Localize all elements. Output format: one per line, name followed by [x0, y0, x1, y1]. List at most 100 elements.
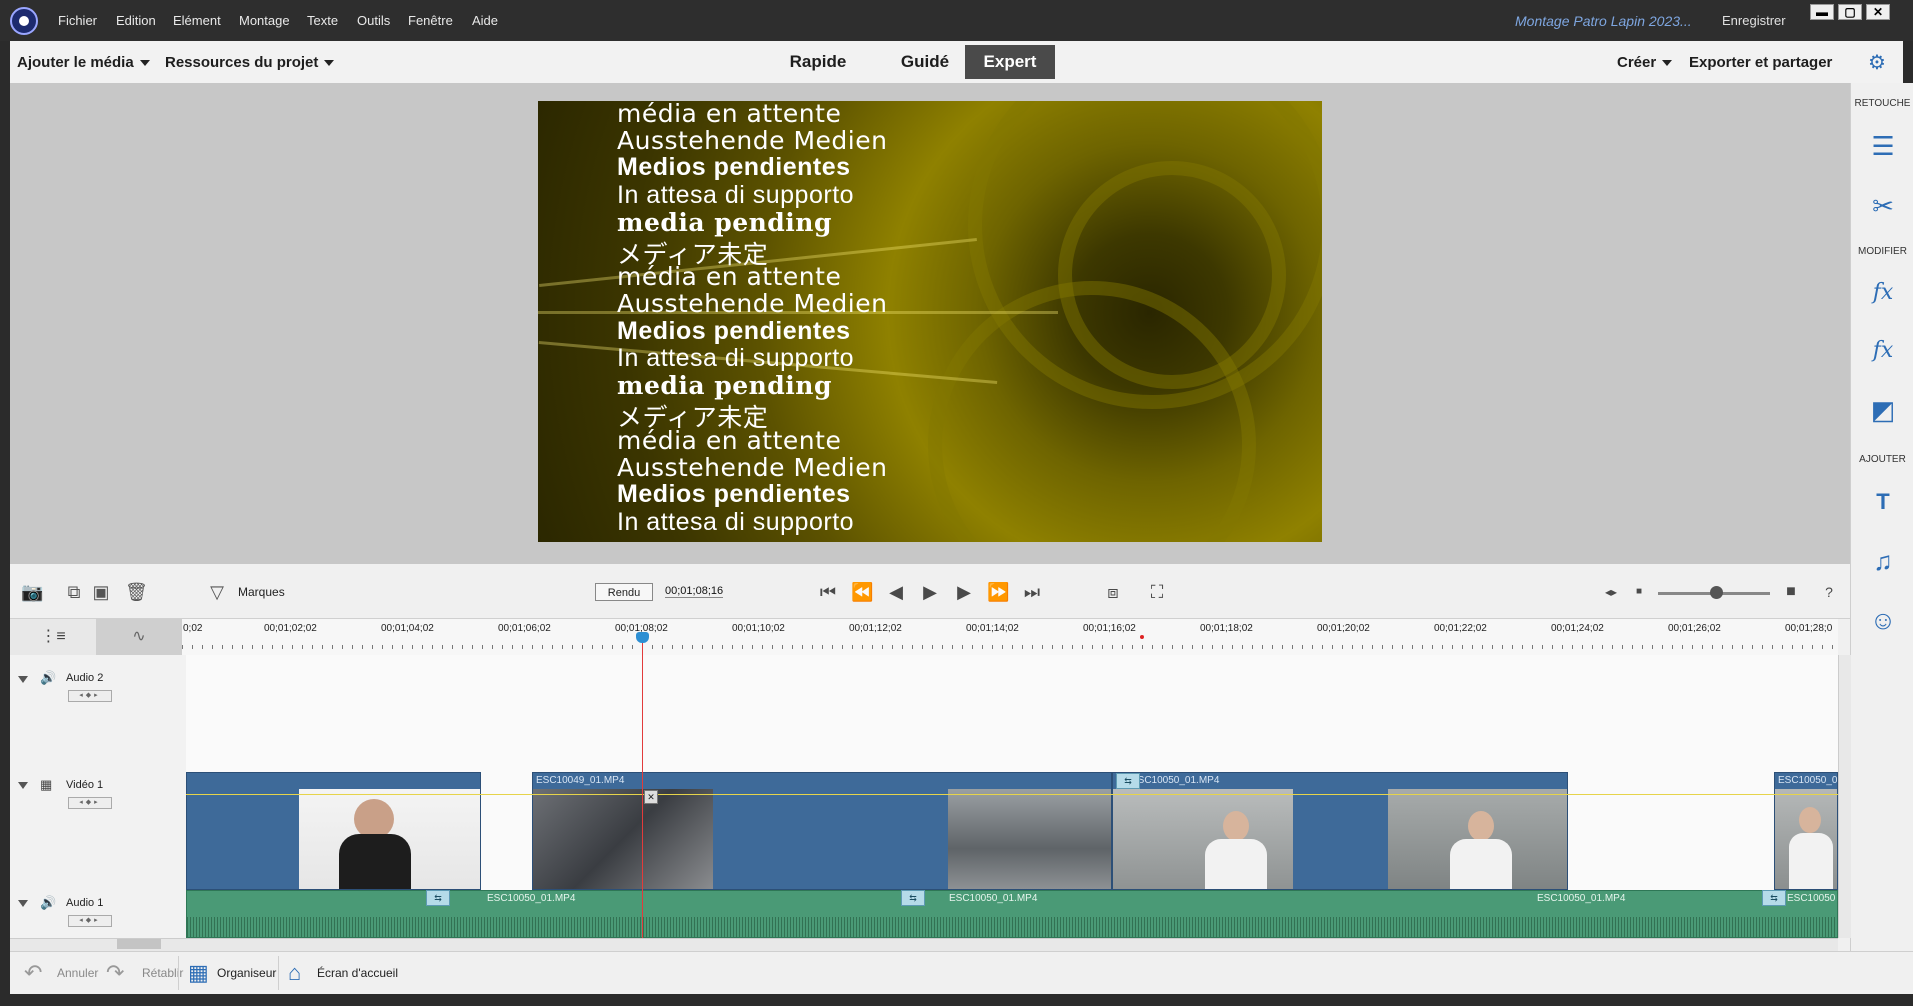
transition-marker[interactable]: ⇆ — [1116, 773, 1140, 789]
menu-fichier[interactable]: Fichier — [58, 13, 97, 28]
go-to-start-icon[interactable]: ⏮ — [817, 581, 839, 603]
create-button[interactable]: Créer — [1617, 54, 1673, 71]
zoom-slider-handle[interactable] — [1710, 586, 1723, 599]
zoom-small-icon[interactable]: ■ — [1628, 581, 1650, 603]
rewind-icon[interactable]: ⏪ — [851, 581, 873, 603]
track-body-audio-1[interactable]: ESC10050_01.MP4 ESC10050_01.MP4 ESC10050… — [186, 890, 1838, 939]
titles-icon[interactable]: T — [1868, 487, 1898, 517]
clip-thumbnail — [1775, 789, 1837, 889]
film-icon[interactable]: ▦ — [40, 777, 52, 793]
track-options-icon[interactable]: ⋮≡ — [10, 619, 96, 655]
export-share-button[interactable]: Exporter et partager — [1689, 54, 1832, 71]
menu-outils[interactable]: Outils — [357, 13, 390, 28]
undo-button[interactable]: Annuler — [57, 966, 98, 980]
menu-element[interactable]: Elément — [173, 13, 221, 28]
effects-edit-icon[interactable]: fx — [1868, 278, 1898, 308]
undo-icon[interactable]: ↶ — [24, 960, 42, 986]
project-assets-label: Ressources du projet — [165, 54, 319, 71]
menu-edition[interactable]: Edition — [116, 13, 156, 28]
transition-marker[interactable]: ⇆ — [426, 890, 450, 906]
marker-icon[interactable]: ▽ — [206, 582, 228, 602]
organizer-button[interactable]: Organiseur — [217, 966, 276, 980]
track-body-audio-2[interactable] — [186, 655, 1838, 773]
adjust-sliders-icon[interactable]: ☰ — [1868, 131, 1898, 161]
app-logo-icon[interactable] — [10, 7, 38, 35]
playhead-handle[interactable] — [636, 632, 649, 643]
save-button[interactable]: Enregistrer — [1722, 13, 1786, 28]
menu-texte[interactable]: Texte — [307, 13, 338, 28]
gear-icon[interactable]: ⚙ — [1868, 50, 1886, 75]
preview-monitor[interactable]: média en attente Ausstehende Medien Medi… — [538, 101, 1322, 542]
collapse-triangle-icon[interactable] — [18, 676, 28, 683]
menu-montage[interactable]: Montage — [239, 13, 290, 28]
divider — [178, 956, 179, 990]
zoom-out-icon[interactable]: ◂▸ — [1600, 581, 1622, 603]
fx-badge-icon[interactable]: ✕ — [644, 790, 658, 804]
keyframe-controls[interactable]: ◂◆▸ — [68, 797, 112, 809]
fast-forward-icon[interactable]: ⏩ — [987, 581, 1009, 603]
menu-aide[interactable]: Aide — [472, 13, 498, 28]
track-header-audio-2[interactable]: 🔊 Audio 2 ◂◆▸ — [10, 655, 187, 773]
timecode-field[interactable]: 00;01;08;16 — [665, 585, 724, 598]
organizer-grid-icon[interactable]: ▦ — [188, 960, 209, 986]
audio-waveform-icon[interactable]: ∿ — [96, 619, 182, 655]
video-clip[interactable]: ESC10050_0 — [1774, 772, 1838, 890]
ruler-label: 00;01;02;02 — [264, 623, 317, 634]
home-icon[interactable]: ⌂ — [288, 960, 301, 986]
trash-icon[interactable]: 🗑 — [125, 582, 148, 602]
home-screen-button[interactable]: Écran d'accueil — [317, 966, 398, 980]
collapse-triangle-icon[interactable] — [18, 900, 28, 907]
keyframe-controls[interactable]: ◂◆▸ — [68, 690, 112, 702]
tab-guide[interactable]: Guidé — [887, 45, 963, 79]
effects-icon[interactable]: fx — [1868, 336, 1898, 366]
speaker-icon[interactable]: 🔊 — [40, 895, 56, 911]
step-back-icon[interactable]: ◀ — [885, 581, 907, 603]
soundtrack-icon[interactable]: ▣ — [90, 582, 112, 602]
collapse-triangle-icon[interactable] — [18, 782, 28, 789]
maximize-button[interactable]: ▢ — [1838, 4, 1862, 20]
tools-icon[interactable]: ✂ — [1868, 191, 1898, 221]
speaker-icon[interactable]: 🔊 — [40, 670, 56, 686]
horizontal-scrollbar[interactable] — [10, 938, 1838, 951]
horizontal-scrollbar-thumb[interactable] — [117, 939, 161, 949]
minimize-button[interactable]: ▬ — [1810, 4, 1834, 20]
go-to-end-icon[interactable]: ⏭ — [1021, 581, 1043, 603]
redo-icon[interactable]: ↷ — [106, 960, 124, 986]
fullscreen-icon[interactable]: ⛶ — [1146, 581, 1168, 603]
tab-expert[interactable]: Expert — [965, 45, 1055, 79]
transition-marker[interactable]: ⇆ — [901, 890, 925, 906]
step-forward-icon[interactable]: ▶ — [953, 581, 975, 603]
transition-marker[interactable]: ⇆ — [1762, 890, 1786, 906]
clip-thumbnail — [1113, 789, 1293, 889]
keyframe-controls[interactable]: ◂◆▸ — [68, 915, 112, 927]
thumbnail-person-body — [1789, 833, 1833, 889]
music-icon[interactable]: ♫ — [1868, 546, 1898, 576]
transitions-icon[interactable]: ◩ — [1868, 395, 1898, 425]
track-header-audio-1[interactable]: 🔊 Audio 1 ◂◆▸ — [10, 890, 187, 939]
smart-trim-icon[interactable]: ⧉ — [63, 582, 85, 602]
tab-rapide[interactable]: Rapide — [781, 45, 855, 79]
render-monitor-icon[interactable]: ⧈ — [1102, 581, 1124, 603]
render-button[interactable]: Rendu — [595, 583, 653, 601]
track-name: Vidéo 1 — [66, 779, 104, 791]
track-body-video-1[interactable]: ESC10049_01.MP4 ESC10050_01.MP4 ESC10050… — [186, 772, 1838, 891]
close-button[interactable]: ✕ — [1866, 4, 1890, 20]
play-icon[interactable]: ▶ — [919, 581, 941, 603]
preview-text-line: media pending — [617, 208, 832, 237]
zoom-large-icon[interactable]: ■ — [1780, 581, 1802, 603]
add-media-button[interactable]: Ajouter le média — [17, 54, 150, 71]
help-icon[interactable]: ? — [1818, 581, 1840, 603]
ruler-ticks — [182, 645, 1838, 649]
markers-dropdown[interactable]: Marques — [238, 585, 285, 599]
timeline-ruler[interactable]: 0;02 00;01;02;02 00;01;04;02 00;01;06;02… — [182, 619, 1838, 656]
vertical-scrollbar[interactable] — [1838, 655, 1851, 938]
project-assets-button[interactable]: Ressources du projet — [165, 54, 335, 71]
opacity-line[interactable] — [186, 794, 1838, 795]
video-clip[interactable] — [186, 772, 481, 890]
graphics-smiley-icon[interactable]: ☺ — [1868, 605, 1898, 635]
track-header-video-1[interactable]: ▦ Vidéo 1 ◂◆▸ — [10, 772, 187, 891]
menu-fenetre[interactable]: Fenêtre — [408, 13, 453, 28]
video-clip[interactable]: ESC10049_01.MP4 — [532, 772, 1112, 890]
camera-icon[interactable]: 📷 — [21, 582, 43, 602]
video-clip[interactable]: ESC10050_01.MP4 — [1112, 772, 1568, 890]
